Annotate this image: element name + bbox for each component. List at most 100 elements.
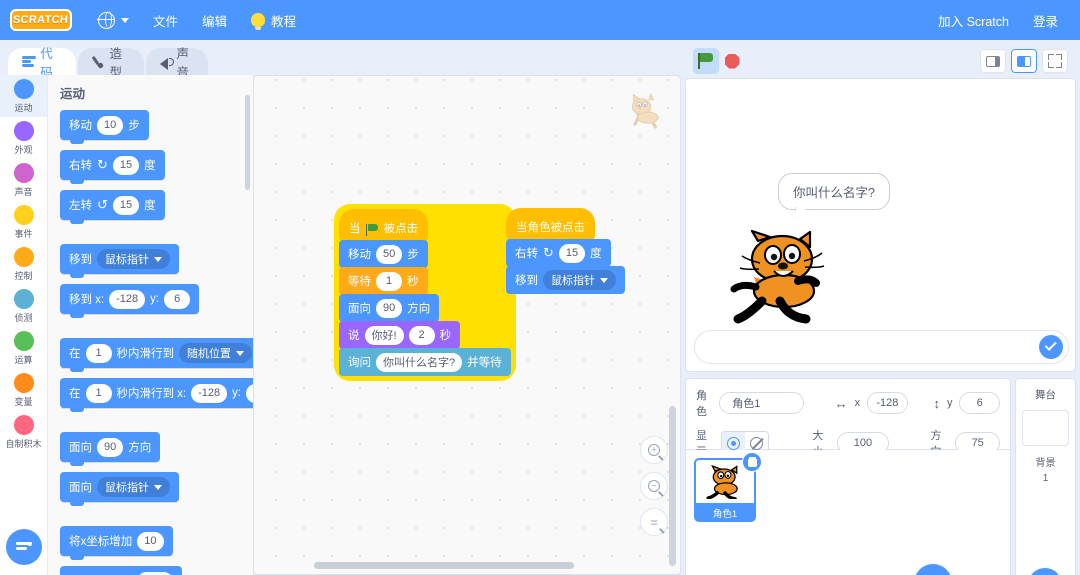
palette-block-move-steps[interactable]: 移动 10 步 (60, 110, 149, 144)
tab-sounds[interactable]: 声音 (146, 47, 208, 80)
palette-scrollbar[interactable] (245, 95, 250, 190)
block-input-field[interactable]: 15 (558, 243, 586, 263)
block-input-field[interactable]: 你叫什么名字? (376, 352, 463, 372)
category-label: 运算 (14, 354, 33, 365)
block-input-field[interactable]: 90 (376, 298, 403, 318)
add-backdrop-button[interactable] (1028, 568, 1062, 575)
block-palette[interactable]: 运动 移动 10 步右转 ↻ 15 度左转 ↺ 15 度移到 鼠标指针 移到 x: -128 y: 6 在 1… (48, 75, 253, 575)
palette-block-change-x-by[interactable]: 将x坐标增加 10 (60, 526, 173, 560)
join-scratch-button[interactable]: 加入 Scratch (926, 0, 1021, 40)
canvas-vertical-scrollbar[interactable] (669, 406, 676, 566)
sprite-card-1[interactable]: 角色1 (694, 452, 762, 522)
block-input-field[interactable]: 15 (112, 195, 140, 215)
code-canvas[interactable]: 当被点击 移动 50 步等待 1 秒面向 90 方向说你好! 2 秒询问 你叫什么名字? 并等待 当角色… (253, 75, 681, 575)
block-input-field[interactable]: 50 (376, 244, 403, 264)
category-item-0[interactable]: 运动 (0, 75, 47, 117)
sprite-x-input[interactable]: -128 (867, 392, 908, 414)
ask-input[interactable] (707, 340, 1039, 354)
block-text: 当 (349, 223, 361, 235)
canvas-zoom-controls: + − = (640, 436, 668, 536)
palette-block-goto-xy[interactable]: 移到 x: -128 y: 6 (60, 284, 200, 318)
category-item-4[interactable]: 控制 (0, 243, 47, 285)
zoom-out-button[interactable]: − (640, 472, 668, 500)
delete-sprite-button[interactable] (742, 452, 762, 472)
menu-edit[interactable]: 编辑 (190, 0, 239, 40)
palette-block-point-direction[interactable]: 面向 90 方向 (60, 432, 161, 466)
menu-tutorials[interactable]: 教程 (239, 0, 308, 40)
category-item-3[interactable]: 事件 (0, 201, 47, 243)
turn-right-icon: ↻ (543, 245, 554, 260)
script-green-flag[interactable]: 当被点击 移动 50 步等待 1 秒面向 90 方向说你好! 2 秒询问 你叫什么名字? 并等待 (336, 206, 514, 379)
block-move-50-steps[interactable]: 移动 50 步 (339, 240, 428, 268)
block-input-field[interactable]: 6 (246, 383, 253, 403)
add-sprite-button[interactable] (914, 564, 952, 575)
block-when-sprite-clicked[interactable]: 当角色被点击 (506, 208, 595, 240)
language-menu[interactable] (86, 0, 141, 40)
block-dropdown[interactable]: 鼠标指针 (97, 477, 170, 497)
signin-button[interactable]: 登录 (1021, 0, 1070, 40)
menu-tutorials-label: 教程 (271, 14, 297, 29)
sprite-name-input[interactable]: 角色1 (719, 392, 805, 414)
block-input-field[interactable]: 6 (164, 289, 191, 309)
tab-code[interactable]: 代码 (8, 47, 76, 80)
category-item-7[interactable]: 变量 (0, 369, 47, 411)
block-goto-mouse[interactable]: 移到 鼠标指针 (506, 266, 625, 294)
category-item-1[interactable]: 外观 (0, 117, 47, 159)
scratch-editor: SCRATCH 文件 编辑 教程 加入 Scratch 登录 代码 造型 声音 (0, 0, 1080, 575)
block-input-field[interactable]: 15 (112, 155, 140, 175)
palette-block-goto-target[interactable]: 移到 鼠标指针 (60, 244, 179, 278)
cat-sprite[interactable] (728, 229, 838, 334)
green-flag-button[interactable] (693, 48, 719, 74)
backdrop-info: 背景 1 (1036, 456, 1056, 486)
small-stage-button[interactable] (980, 49, 1006, 73)
block-input-field[interactable]: 90 (97, 437, 124, 457)
script-sprite-clicked[interactable]: 当角色被点击 右转 ↻ 15 度移到 鼠标指针 (506, 208, 625, 294)
block-say-for-secs[interactable]: 说你好! 2 秒 (339, 321, 461, 349)
block-input-field[interactable]: 1 (85, 383, 112, 403)
palette-block-glide-target[interactable]: 在 1 秒内滑行到 随机位置 (60, 338, 253, 372)
palette-block-turn-left[interactable]: 左转 ↺ 15 度 (60, 190, 165, 224)
category-item-6[interactable]: 运算 (0, 327, 47, 369)
category-item-2[interactable]: 声音 (0, 159, 47, 201)
stop-button[interactable] (719, 48, 745, 74)
block-input-field[interactable]: 1 (85, 343, 112, 363)
block-input-field[interactable]: -128 (109, 289, 146, 309)
block-input-field[interactable]: -128 (137, 571, 174, 575)
sprite-y-input[interactable]: 6 (959, 392, 1000, 414)
ask-input-row[interactable] (694, 330, 1069, 364)
add-extension-button[interactable] (6, 529, 42, 565)
palette-block-glide-xy[interactable]: 在1 秒内滑行到 x: -128 y: 6 (60, 378, 253, 412)
block-input-field[interactable]: 1 (376, 271, 402, 291)
category-dot-icon (13, 246, 34, 267)
block-input-field[interactable]: 10 (137, 531, 164, 551)
block-dropdown[interactable]: 随机位置 (179, 343, 252, 363)
block-input-field[interactable]: 你好! (364, 325, 404, 345)
stage-thumbnail[interactable] (1022, 410, 1069, 446)
canvas-horizontal-scrollbar[interactable] (314, 562, 574, 569)
block-wait-1-sec[interactable]: 等待 1 秒 (339, 267, 428, 295)
palette-block-point-towards[interactable]: 面向 鼠标指针 (60, 472, 179, 506)
menu-file[interactable]: 文件 (141, 0, 190, 40)
category-item-5[interactable]: 侦测 (0, 285, 47, 327)
scratch-logo[interactable]: SCRATCH (10, 9, 72, 31)
block-input-field[interactable]: 2 (408, 325, 435, 345)
block-input-field[interactable]: -128 (191, 383, 228, 403)
block-ask-and-wait[interactable]: 询问 你叫什么名字? 并等待 (339, 348, 511, 376)
palette-block-set-x-to[interactable]: 将x坐标设为-128 (60, 566, 183, 575)
block-dropdown[interactable]: 鼠标指针 (97, 249, 170, 269)
stage-selector-pane[interactable]: 舞台 背景 1 (1015, 378, 1076, 575)
palette-block-turn-right[interactable]: 右转 ↻ 15 度 (60, 150, 165, 184)
zoom-in-button[interactable]: + (640, 436, 668, 464)
stage-canvas[interactable]: 你叫什么名字? (685, 78, 1076, 372)
category-item-8[interactable]: 自制积木 (0, 411, 47, 453)
fullscreen-button[interactable] (1042, 49, 1068, 73)
block-input-field[interactable]: 10 (97, 115, 124, 135)
zoom-reset-button[interactable]: = (640, 508, 668, 536)
block-turn-right-15[interactable]: 右转 ↻ 15 度 (506, 239, 611, 267)
block-when-flag-clicked[interactable]: 当 被点击 (339, 209, 428, 241)
large-stage-button[interactable] (1011, 49, 1037, 73)
tab-costumes[interactable]: 造型 (78, 47, 144, 80)
block-point-direction-90[interactable]: 面向 90 方向 (339, 294, 440, 322)
block-dropdown[interactable]: 鼠标指针 (543, 270, 616, 290)
ask-submit-button[interactable] (1039, 335, 1063, 359)
